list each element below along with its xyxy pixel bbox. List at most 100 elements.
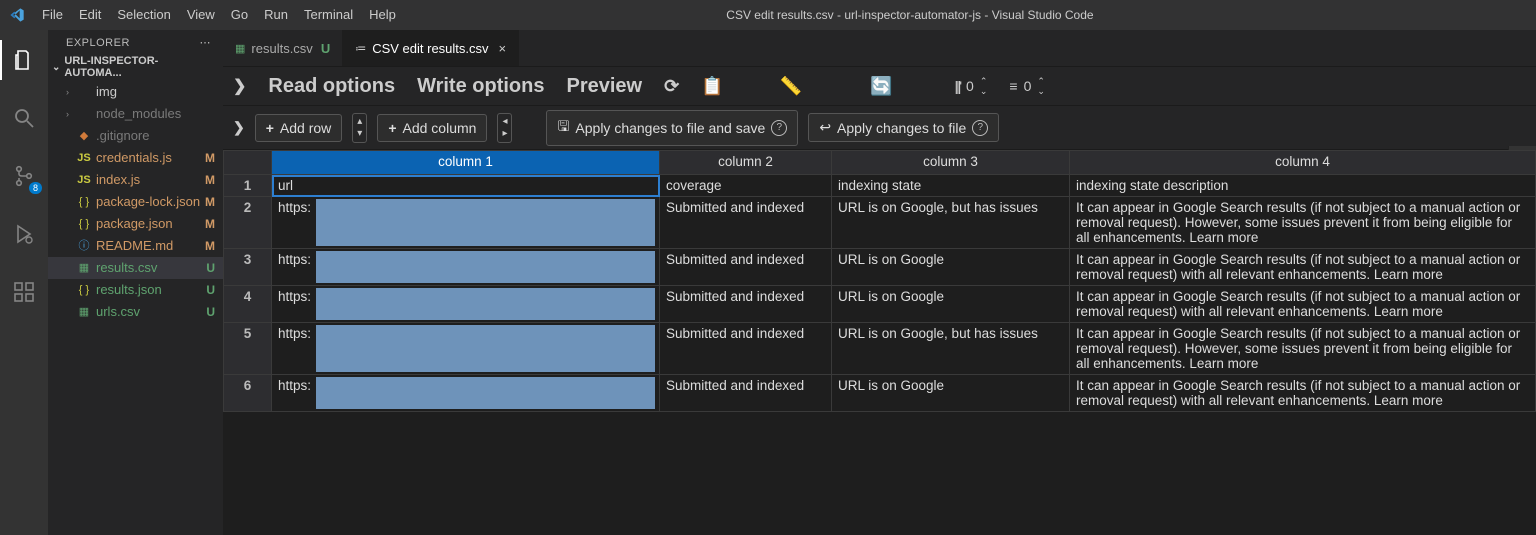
row-number[interactable]: 5 — [224, 323, 272, 375]
cell[interactable]: https: — [272, 375, 660, 412]
add-column-button[interactable]: +Add column — [377, 114, 487, 142]
read-options-button[interactable]: Read options — [268, 75, 395, 98]
clipboard-icon[interactable]: 📋 — [701, 76, 723, 97]
ruler-icon[interactable]: 📏 — [780, 76, 802, 97]
cell[interactable]: It can appear in Google Search results (… — [1070, 197, 1536, 249]
column-header-row[interactable]: column 1 column 2 column 3 column 4 — [224, 151, 1536, 175]
add-row-button[interactable]: +Add row — [255, 114, 343, 142]
row-number[interactable]: 3 — [224, 249, 272, 286]
table-row[interactable]: 5https:Submitted and indexedURL is on Go… — [224, 323, 1536, 375]
file-item[interactable]: { }package-lock.jsonM — [48, 191, 223, 213]
cell[interactable]: URL is on Google, but has issues — [832, 323, 1070, 375]
write-options-button[interactable]: Write options — [417, 75, 544, 98]
cell[interactable]: It can appear in Google Search results (… — [1070, 286, 1536, 323]
row-number[interactable]: 4 — [224, 286, 272, 323]
menu-file[interactable]: File — [34, 0, 71, 30]
row-number[interactable]: 1 — [224, 175, 272, 197]
cell[interactable]: URL is on Google — [832, 375, 1070, 412]
activity-search[interactable] — [0, 98, 48, 138]
refresh-icon[interactable]: ⟳ — [664, 76, 679, 97]
table-row[interactable]: 1urlcoverageindexing stateindexing state… — [224, 175, 1536, 197]
cell[interactable]: indexing state — [832, 175, 1070, 197]
cell[interactable]: coverage — [660, 175, 832, 197]
row-position-stepper[interactable]: ▴▾ — [352, 113, 367, 143]
file-name: results.csv — [96, 258, 157, 278]
activity-extensions[interactable] — [0, 272, 48, 312]
window-title: CSV edit results.csv - url-inspector-aut… — [404, 8, 1416, 22]
chevron-right-icon[interactable]: ❯ — [233, 76, 246, 96]
menu-terminal[interactable]: Terminal — [296, 0, 361, 30]
file-item[interactable]: { }results.jsonU — [48, 279, 223, 301]
git-status: U — [206, 280, 215, 300]
tab-status: U — [321, 41, 330, 56]
file-item[interactable]: JScredentials.jsM — [48, 147, 223, 169]
menu-selection[interactable]: Selection — [109, 0, 178, 30]
col-header[interactable]: column 1 — [272, 151, 660, 175]
columns-icon: |||' — [954, 78, 960, 94]
chevron-right-icon[interactable]: ❯ — [233, 119, 245, 136]
preview-button[interactable]: Preview — [566, 75, 642, 98]
csv-grid[interactable]: column 1 column 2 column 3 column 4 1url… — [223, 150, 1536, 535]
sidebar-section[interactable]: ⌄ URL-INSPECTOR-AUTOMA... — [48, 53, 223, 81]
menu-view[interactable]: View — [179, 0, 223, 30]
table-row[interactable]: 2https:Submitted and indexedURL is on Go… — [224, 197, 1536, 249]
cell[interactable]: URL is on Google — [832, 249, 1070, 286]
rows-icon: ≡ — [1009, 78, 1017, 94]
cell[interactable]: Submitted and indexed — [660, 286, 832, 323]
row-number[interactable]: 2 — [224, 197, 272, 249]
cell[interactable]: Submitted and indexed — [660, 375, 832, 412]
row-height-group[interactable]: ≡ 0 ⌃⌄ — [1009, 77, 1045, 95]
file-item[interactable]: ›node_modules — [48, 103, 223, 125]
stepper-icon[interactable]: ⌃⌄ — [1037, 77, 1045, 95]
file-name: .gitignore — [96, 126, 149, 146]
menu-help[interactable]: Help — [361, 0, 404, 30]
file-item[interactable]: JSindex.jsM — [48, 169, 223, 191]
cell[interactable]: It can appear in Google Search results (… — [1070, 323, 1536, 375]
file-item[interactable]: ◆.gitignore — [48, 125, 223, 147]
menu-edit[interactable]: Edit — [71, 0, 109, 30]
cell[interactable]: https: — [272, 197, 660, 249]
apply-button[interactable]: ↩ Apply changes to file ? — [808, 113, 999, 142]
table-row[interactable]: 4https:Submitted and indexedURL is on Go… — [224, 286, 1536, 323]
activity-explorer[interactable] — [0, 40, 48, 80]
menu-run[interactable]: Run — [256, 0, 296, 30]
cell[interactable]: It can appear in Google Search results (… — [1070, 249, 1536, 286]
sync-icon[interactable]: 🔄 — [870, 76, 892, 97]
col-width-group[interactable]: |||' 0 ⌃⌄ — [954, 77, 987, 95]
file-item[interactable]: ⓘREADME.mdM — [48, 235, 223, 257]
cell[interactable]: https: — [272, 249, 660, 286]
editor-tab[interactable]: ▦results.csvU — [223, 30, 343, 66]
menu-go[interactable]: Go — [223, 0, 256, 30]
apply-save-button[interactable]: 🖫 Apply changes to file and save ? — [546, 110, 798, 146]
menu-bar: File Edit Selection View Go Run Terminal… — [34, 0, 404, 30]
table-row[interactable]: 6https:Submitted and indexedURL is on Go… — [224, 375, 1536, 412]
col-header[interactable]: column 4 — [1070, 151, 1536, 175]
cell[interactable]: It can appear in Google Search results (… — [1070, 375, 1536, 412]
activity-scm[interactable]: 8 — [0, 156, 48, 196]
cell[interactable]: url — [272, 175, 660, 197]
file-item[interactable]: { }package.jsonM — [48, 213, 223, 235]
col-header[interactable]: column 2 — [660, 151, 832, 175]
file-name: README.md — [96, 236, 173, 256]
cell[interactable]: URL is on Google, but has issues — [832, 197, 1070, 249]
more-icon[interactable]: ⋯ — [200, 36, 212, 49]
cell[interactable]: https: — [272, 286, 660, 323]
cell[interactable]: Submitted and indexed — [660, 323, 832, 375]
file-item[interactable]: ▦urls.csvU — [48, 301, 223, 323]
file-item[interactable]: ▦results.csvU — [48, 257, 223, 279]
col-position-stepper[interactable]: ◂▸ — [497, 113, 512, 143]
cell[interactable]: URL is on Google — [832, 286, 1070, 323]
cell[interactable]: Submitted and indexed — [660, 249, 832, 286]
stepper-icon[interactable]: ⌃⌄ — [980, 77, 988, 95]
table-row[interactable]: 3https:Submitted and indexedURL is on Go… — [224, 249, 1536, 286]
file-item[interactable]: ›img — [48, 81, 223, 103]
col-header[interactable]: column 3 — [832, 151, 1070, 175]
activity-run[interactable] — [0, 214, 48, 254]
cell[interactable]: Submitted and indexed — [660, 197, 832, 249]
cell[interactable]: https: — [272, 323, 660, 375]
redacted-block — [316, 325, 655, 372]
cell[interactable]: indexing state description — [1070, 175, 1536, 197]
row-number[interactable]: 6 — [224, 375, 272, 412]
close-icon[interactable]: × — [499, 41, 507, 56]
editor-tab[interactable]: ≔CSV edit results.csv× — [343, 30, 519, 66]
